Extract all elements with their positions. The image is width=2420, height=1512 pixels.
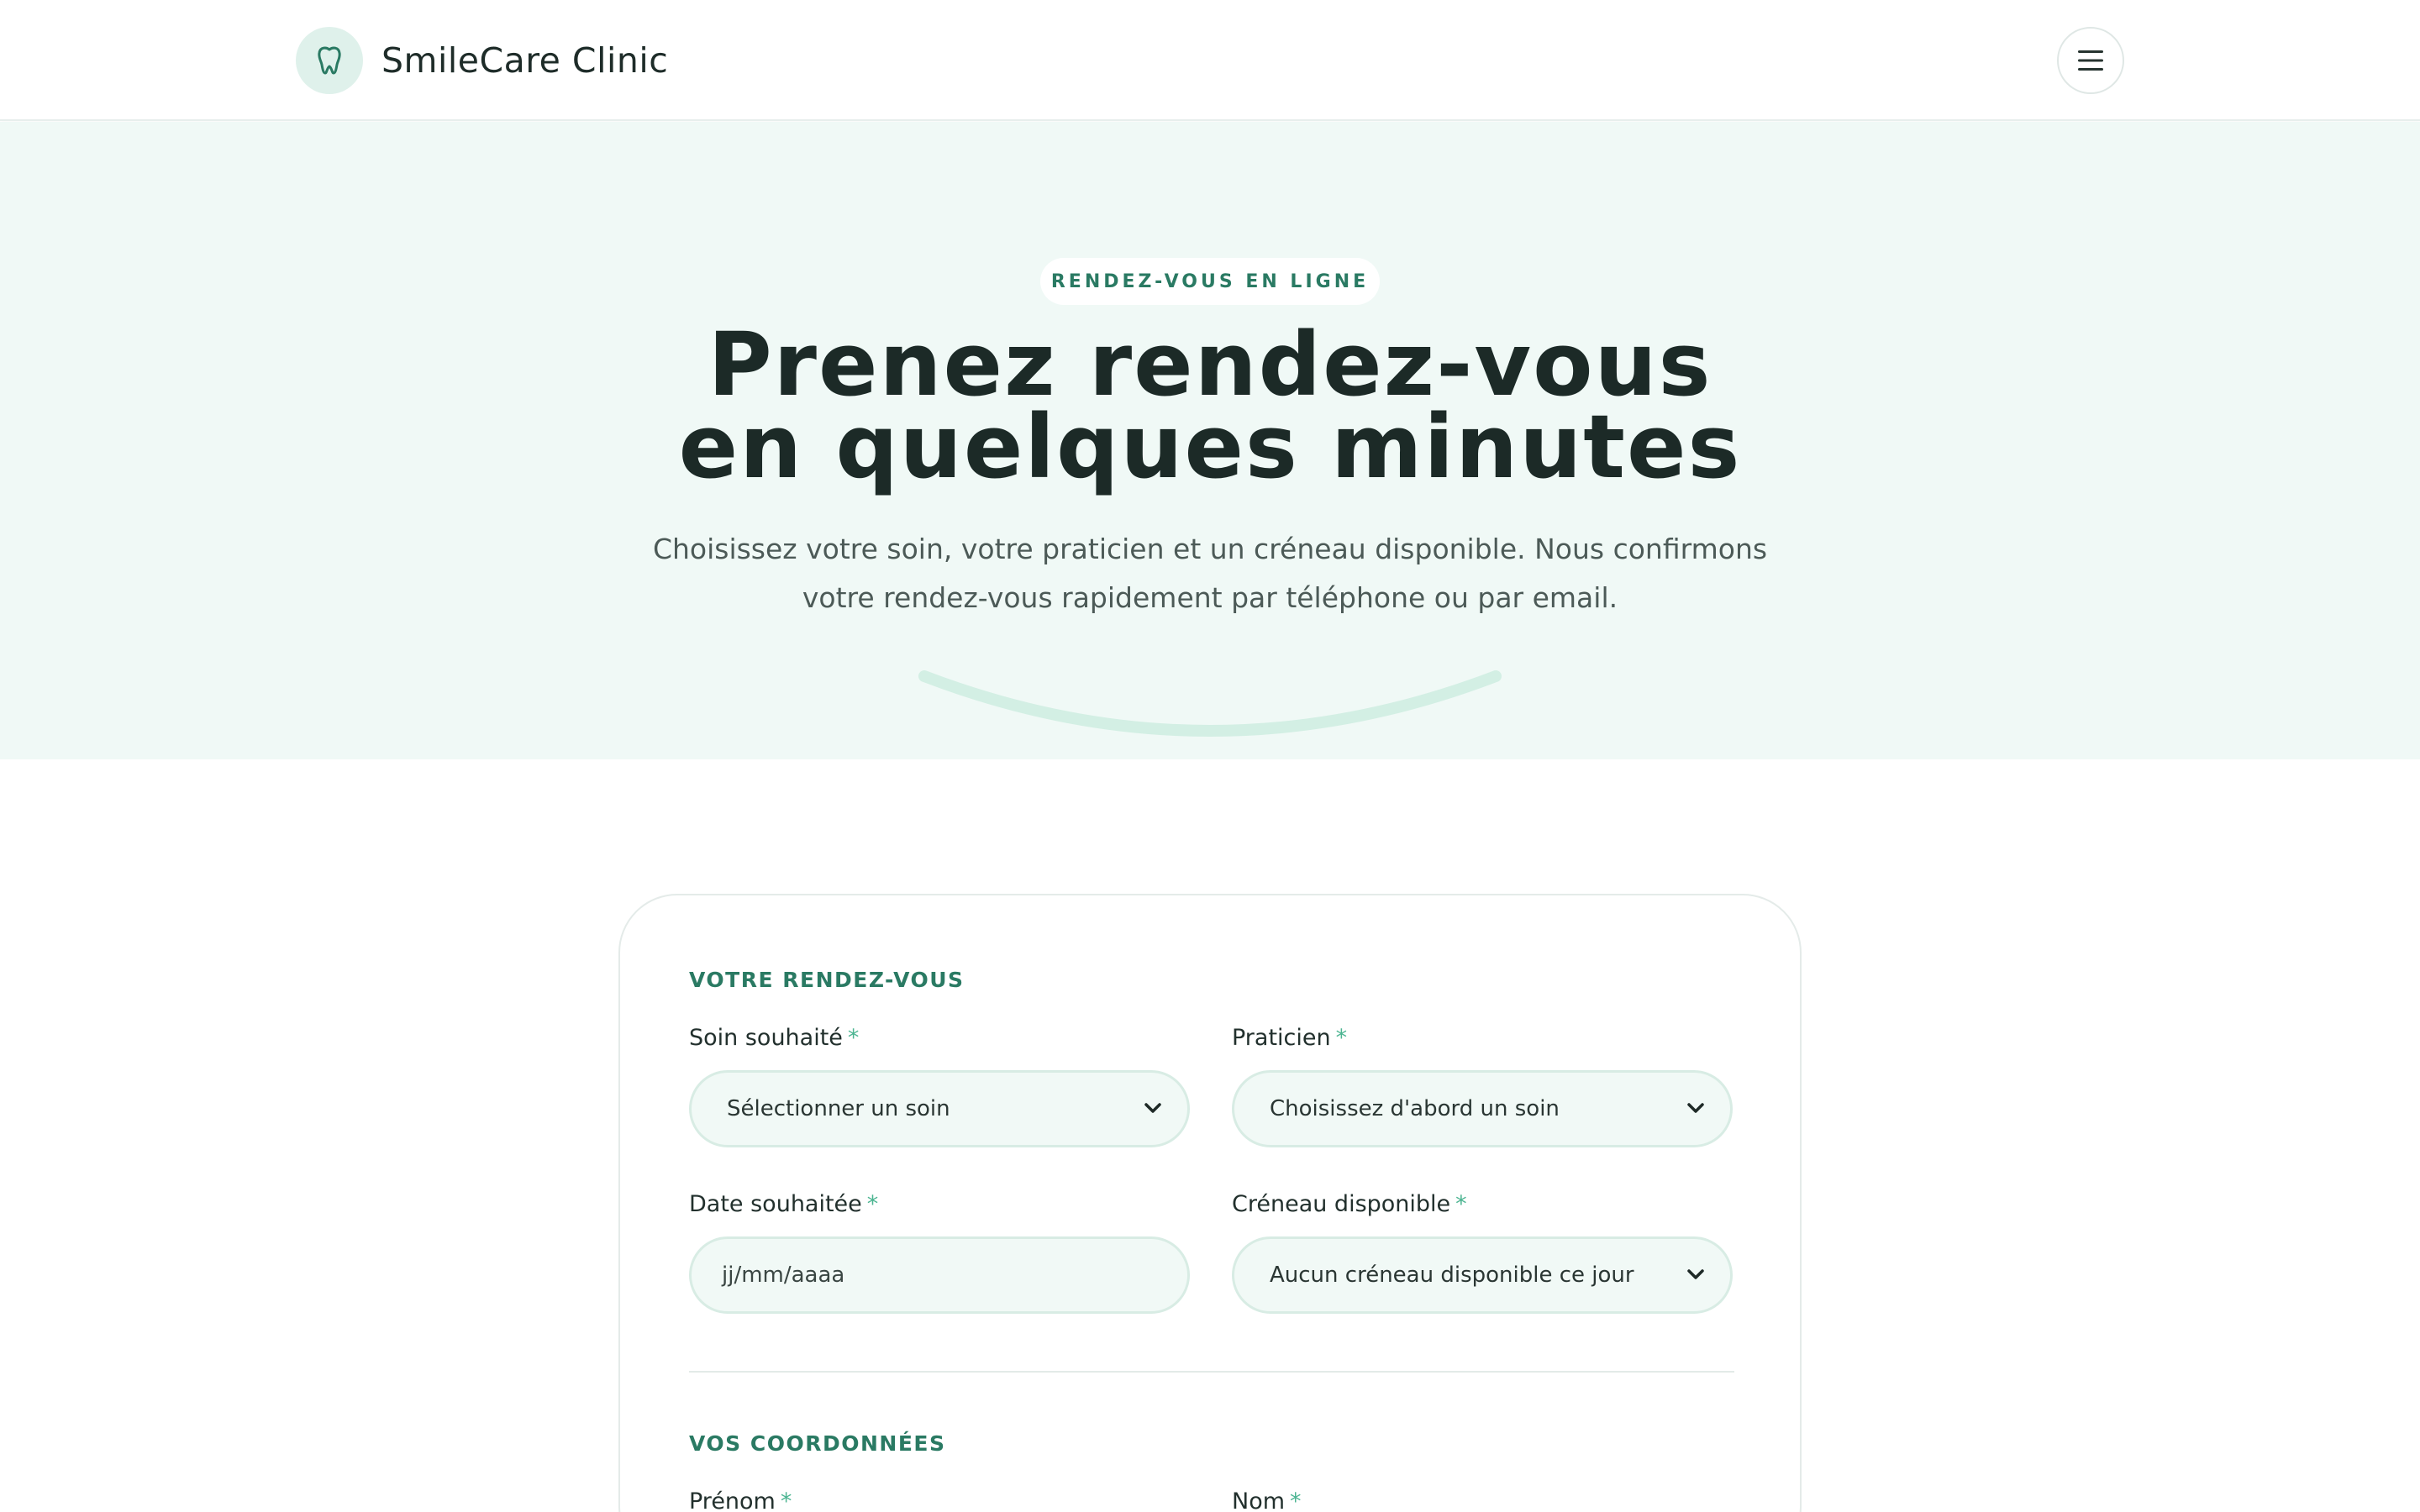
soin-select-value: Sélectionner un soin <box>727 1096 950 1121</box>
soin-label: Soin souhaité * <box>689 1025 859 1051</box>
required-marker: * <box>1335 1025 1348 1051</box>
hero-badge: RENDEZ-VOUS EN LIGNE <box>1040 258 1380 305</box>
nom-label-text: Nom <box>1232 1488 1286 1512</box>
hero-subtitle-line2: votre rendez-vous rapidement par télépho… <box>802 581 1618 614</box>
creneau-select-value: Aucun créneau disponible ce jour <box>1270 1263 1634 1288</box>
praticien-label: Praticien * <box>1232 1025 1347 1051</box>
date-input-placeholder: jj/mm/aaaa <box>722 1263 845 1288</box>
chevron-down-icon <box>1687 1269 1704 1279</box>
hamburger-menu-icon <box>2078 50 2103 71</box>
required-marker: * <box>1290 1488 1302 1512</box>
required-marker: * <box>1455 1191 1467 1217</box>
hero-subtitle-line1: Choisissez votre soin, votre praticien e… <box>652 533 1768 565</box>
hero-subtitle: Choisissez votre soin, votre praticien e… <box>622 525 1798 622</box>
nom-label: Nom * <box>1232 1488 1302 1512</box>
hero-title-line2: en quelques minutes <box>678 396 1742 498</box>
praticien-select-value: Choisissez d'abord un soin <box>1270 1096 1560 1121</box>
smile-decoration-icon <box>918 670 1502 737</box>
chevron-down-icon <box>1687 1103 1704 1113</box>
hero-title: Prenez rendez-vous en quelques minutes <box>0 321 2420 491</box>
date-input[interactable]: jj/mm/aaaa <box>689 1236 1190 1314</box>
tooth-icon <box>296 27 363 94</box>
creneau-label: Créneau disponible * <box>1232 1191 1467 1217</box>
soin-label-text: Soin souhaité <box>689 1025 843 1051</box>
praticien-label-text: Praticien <box>1232 1025 1331 1051</box>
hero-section: RENDEZ-VOUS EN LIGNE Prenez rendez-vous … <box>0 122 2420 759</box>
prenom-label-text: Prénom <box>689 1488 776 1512</box>
date-label-text: Date souhaitée <box>689 1191 862 1217</box>
chevron-down-icon <box>1144 1103 1161 1113</box>
date-label: Date souhaitée * <box>689 1191 878 1217</box>
brand-name: SmileCare Clinic <box>381 40 669 81</box>
creneau-label-text: Créneau disponible <box>1232 1191 1451 1217</box>
section-title-contact: VOS COORDONNÉES <box>689 1431 946 1456</box>
appointment-form-card: VOTRE RENDEZ-VOUS Soin souhaité * Sélecti… <box>618 894 1802 1512</box>
section-title-appointment: VOTRE RENDEZ-VOUS <box>689 968 965 992</box>
site-header: SmileCare Clinic <box>0 0 2420 121</box>
prenom-label: Prénom * <box>689 1488 792 1512</box>
soin-select[interactable]: Sélectionner un soin <box>689 1070 1190 1147</box>
required-marker: * <box>780 1488 792 1512</box>
brand[interactable]: SmileCare Clinic <box>296 27 668 94</box>
menu-button[interactable] <box>2057 27 2124 94</box>
required-marker: * <box>866 1191 879 1217</box>
praticien-select[interactable]: Choisissez d'abord un soin <box>1232 1070 1733 1147</box>
section-divider <box>689 1371 1734 1373</box>
creneau-select[interactable]: Aucun créneau disponible ce jour <box>1232 1236 1733 1314</box>
required-marker: * <box>847 1025 860 1051</box>
